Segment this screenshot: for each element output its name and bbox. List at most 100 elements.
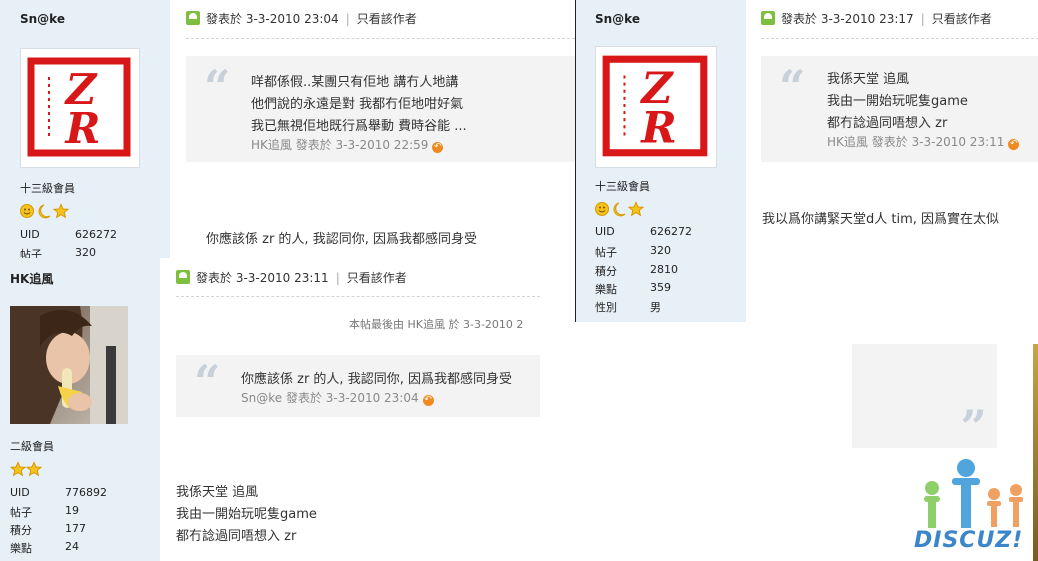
star-icon: [25, 461, 43, 477]
rank-stars: [595, 201, 645, 217]
quote-line: 都冇諗過同唔想入 zr: [827, 116, 948, 131]
post-date: 發表於 3-3-2010 23:17: [781, 12, 914, 26]
post-body-line: 我係天堂 追風: [176, 485, 259, 500]
quote-source-text: HK追風 發表於 3-3-2010 22:59: [251, 138, 429, 152]
stat-label: 樂點: [10, 542, 32, 555]
stat-label: 積分: [10, 524, 32, 537]
star-icon: [627, 201, 645, 217]
zr-avatar-image: Z R: [596, 47, 716, 167]
quote-source-text: Sn@ke 發表於 3-3-2010 23:04: [241, 391, 419, 405]
stat-label: 帖子: [595, 246, 617, 259]
user-photo: [10, 306, 128, 424]
stat-value: 2810: [650, 263, 678, 276]
stat-value: 177: [65, 522, 86, 535]
quote-line: 我係天堂 追風: [827, 72, 910, 87]
stat-row: 積分 177: [10, 522, 130, 540]
stat-row: UID 626272: [20, 228, 140, 246]
quote-close-block: ”: [852, 344, 997, 454]
quote-line: 他們說的永遠是對 我都冇佢地咁好氣: [251, 97, 464, 112]
quote-line: 咩都係假..某團只有佢地 講冇人地講: [251, 75, 459, 90]
moon-icon: [613, 202, 626, 217]
user-rank: 十三級會員: [595, 180, 650, 193]
post-panel-3: Sn@ke Z R 十三級會員 UID 626272 帖子 320 積分 281…: [575, 0, 1038, 322]
go-to-post-icon[interactable]: ↶: [1008, 139, 1020, 150]
stat-row: 樂點 359: [595, 281, 725, 299]
quote-line: 你應該係 zr 的人, 我認同你, 因爲我都感同身受: [241, 372, 512, 387]
only-author-link[interactable]: 只看該作者: [347, 271, 407, 285]
post-icon: [761, 11, 775, 25]
user-rank: 十三級會員: [20, 182, 75, 195]
quote-open-icon: “: [204, 60, 231, 114]
stat-row: UID 776892: [10, 486, 130, 504]
user-rank: 二級會員: [10, 440, 54, 453]
stat-value: 320: [650, 244, 671, 257]
rank-stars: [20, 203, 70, 219]
discuz-logo: DISCUZ!: [912, 458, 1034, 558]
stat-label: UID: [20, 228, 40, 241]
zr-avatar-image: Z R: [21, 49, 139, 167]
post-body-line: 我由一開始玩呢隻game: [176, 507, 317, 522]
post-date: 發表於 3-3-2010 23:11: [196, 271, 329, 285]
avatar[interactable]: [10, 306, 128, 424]
quote-block: “ 我係天堂 追風 我由一開始玩呢隻game 都冇諗過同唔想入 zr HK追風 …: [761, 56, 1038, 162]
quote-line: 我已無視佢地既行爲舉動 費時谷能 ...: [251, 119, 467, 134]
divider: [186, 38, 575, 39]
stat-value: 男: [650, 301, 661, 314]
only-author-link[interactable]: 只看該作者: [932, 12, 992, 26]
stat-value: 626272: [650, 225, 692, 238]
stat-label: 性別: [595, 301, 617, 314]
stat-value: 24: [65, 540, 79, 553]
stat-value: 776892: [65, 486, 107, 499]
avatar[interactable]: Z R: [20, 48, 140, 168]
discuz-logo-text: DISCUZ!: [914, 528, 1024, 553]
stat-row: UID 626272: [595, 225, 725, 243]
post-header: 發表於 3-3-2010 23:17 | 只看該作者: [761, 10, 992, 30]
divider: [761, 38, 1038, 39]
rank-stars: [9, 461, 46, 477]
stat-row: 帖子 19: [10, 504, 130, 522]
username-link[interactable]: Sn@ke: [20, 12, 65, 26]
quote-line: 我由一開始玩呢隻game: [827, 94, 968, 109]
quote-open-icon: “: [779, 60, 806, 114]
quote-source: HK追風 發表於 3-3-2010 23:11 ↶: [827, 133, 1020, 150]
divider: [176, 296, 540, 297]
post-panel-2: HK追風 二級會員 UID 776892 帖子 19 積分 177 樂點 24 …: [0, 258, 540, 561]
stat-label: UID: [10, 486, 30, 499]
post-icon: [186, 11, 200, 25]
username-link[interactable]: HK追風: [10, 270, 53, 287]
stat-row: 帖子 320: [20, 246, 140, 258]
post-body-line: 你應該係 zr 的人, 我認同你, 因爲我都感同身受: [206, 232, 477, 247]
post-panel-1: Sn@ke Z R 十三級會員 UID 626272 帖子 320 發表於 3-…: [0, 0, 575, 258]
stat-row: 帖子 320: [595, 244, 725, 262]
stat-value: 359: [650, 281, 671, 294]
post-header: 發表於 3-3-2010 23:11 | 只看該作者: [176, 269, 407, 289]
star-icon: [52, 203, 70, 219]
quote-source: HK追風 發表於 3-3-2010 22:59 ↶: [251, 136, 444, 153]
username-link[interactable]: Sn@ke: [595, 12, 640, 26]
stat-value: 19: [65, 504, 79, 517]
quote-source: Sn@ke 發表於 3-3-2010 23:04 ↶: [241, 389, 434, 406]
quote-close-icon: ”: [960, 400, 987, 454]
last-edited-note: 本帖最後由 HK追風 於 3-3-2010 2: [349, 318, 524, 331]
go-to-post-icon[interactable]: ↶: [432, 142, 444, 153]
star-icon: [9, 461, 27, 477]
moon-icon: [38, 204, 51, 219]
stat-label: 積分: [595, 265, 617, 278]
stat-row: 性別 男: [595, 299, 725, 317]
go-to-post-icon[interactable]: ↶: [422, 395, 434, 406]
quote-block: “ 咩都係假..某團只有佢地 講冇人地講 他們說的永遠是對 我都冇佢地咁好氣 我…: [186, 56, 575, 162]
quote-open-icon: “: [194, 355, 221, 409]
post-body-line: 我以爲你講緊天堂d人 tim, 因爲實在太似: [762, 212, 1000, 227]
avatar[interactable]: Z R: [595, 46, 717, 168]
svg-text:R: R: [65, 104, 101, 153]
stat-label: 帖子: [20, 248, 42, 258]
discuz-figures-icon: [924, 459, 1023, 528]
stat-label: UID: [595, 225, 615, 238]
smile-icon: [20, 204, 34, 218]
stat-value: 626272: [75, 228, 117, 241]
stat-row: 樂點 24: [10, 540, 130, 558]
quote-block: “ 你應該係 zr 的人, 我認同你, 因爲我都感同身受 Sn@ke 發表於 3…: [176, 355, 540, 417]
stat-value: 320: [75, 246, 96, 258]
stat-label: 帖子: [10, 506, 32, 519]
only-author-link[interactable]: 只看該作者: [357, 12, 417, 26]
